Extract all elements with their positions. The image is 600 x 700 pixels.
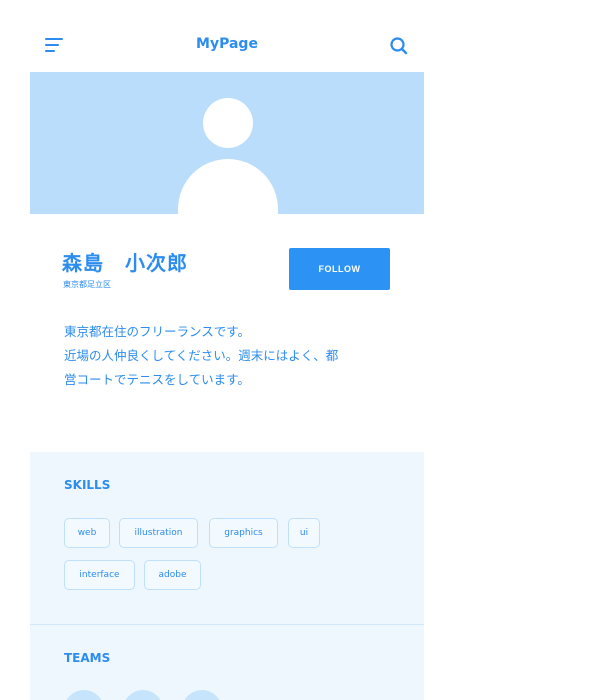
- skill-tag[interactable]: adobe: [144, 560, 201, 590]
- bio-line: 近場の人仲良くしてください。週末にはよく、都: [64, 348, 339, 363]
- profile-location: 東京都足立区: [63, 280, 111, 289]
- team-avatar[interactable]: [123, 690, 163, 700]
- mypage-screen: MyPage 森島 小次郎 東京都足立区 FOLLOW 東京都在住のフリーランス…: [30, 0, 424, 700]
- teams-section: TEAMS: [30, 625, 424, 700]
- skills-section: SKILLS web illustration graphics ui inte…: [30, 452, 424, 624]
- skills-title: SKILLS: [64, 478, 111, 492]
- bio-line: 東京都在住のフリーランスです。: [64, 324, 251, 339]
- profile-name: 森島 小次郎: [62, 251, 188, 275]
- skill-tag[interactable]: graphics: [209, 518, 278, 548]
- page-title: MyPage: [196, 36, 258, 52]
- top-bar: MyPage: [30, 0, 424, 72]
- skill-tag[interactable]: interface: [64, 560, 135, 590]
- team-avatar[interactable]: [182, 690, 222, 700]
- skill-tag[interactable]: illustration: [119, 518, 198, 548]
- profile-cover: [30, 72, 424, 214]
- skill-tag[interactable]: ui: [288, 518, 320, 548]
- team-avatar[interactable]: [64, 690, 104, 700]
- skill-tag[interactable]: web: [64, 518, 110, 548]
- search-icon[interactable]: [389, 36, 409, 56]
- profile-bio: 東京都在住のフリーランスです。 近場の人仲良くしてください。週末にはよく、都 営…: [64, 320, 394, 392]
- teams-title: TEAMS: [64, 651, 111, 665]
- follow-button[interactable]: FOLLOW: [289, 248, 390, 290]
- bio-line: 営コートでテニスをしています。: [64, 372, 250, 387]
